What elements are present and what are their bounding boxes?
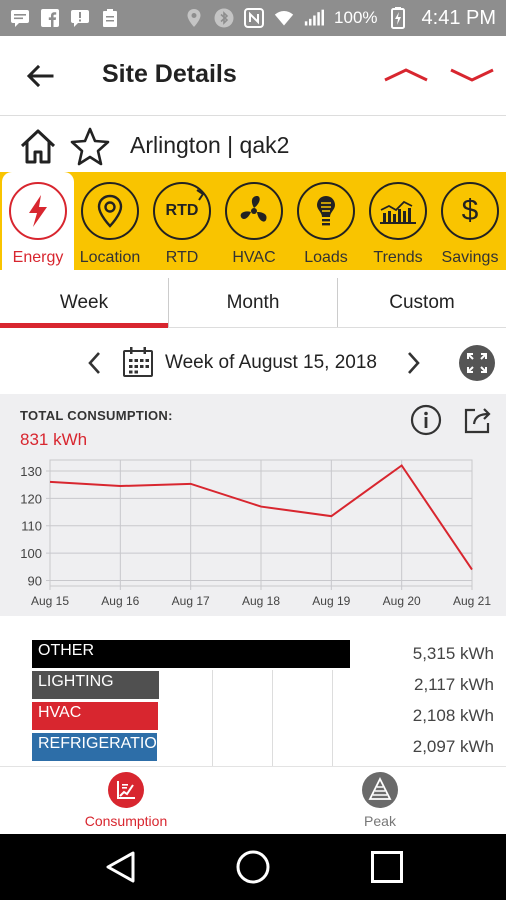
location-status-icon: [184, 8, 204, 28]
alert-icon: [70, 8, 90, 28]
y-tick-label: 90: [28, 574, 42, 589]
tab-label: Savings: [441, 249, 499, 266]
y-tick-label: 120: [20, 491, 42, 506]
next-week-icon[interactable]: [402, 350, 424, 376]
dollar-icon-text: $: [461, 194, 479, 227]
week-label: Week of August 15, 2018: [165, 352, 377, 373]
tab-label: HVAC: [232, 249, 276, 266]
breakdown-bar: LIGHTING: [32, 671, 159, 699]
back-triangle-icon[interactable]: [104, 850, 138, 884]
rtd-icon: RTD: [153, 182, 211, 240]
nav-peak[interactable]: Peak: [300, 771, 460, 829]
tab-location[interactable]: Location: [74, 172, 146, 270]
home-circle-icon[interactable]: [236, 850, 270, 884]
nav-peak-label: Peak: [364, 813, 396, 829]
system-navigation-bar: [0, 834, 506, 900]
y-tick-label: 130: [20, 464, 42, 479]
tab-label: Energy: [12, 249, 64, 266]
dollar-icon: $: [441, 182, 499, 240]
x-tick-label: Aug 15: [31, 594, 69, 608]
breakdown-bar: HVAC: [32, 702, 158, 730]
clipboard-icon: [100, 8, 120, 28]
previous-week-icon[interactable]: [84, 350, 106, 376]
breakdown-bar: REFRIGERATION: [32, 733, 157, 761]
back-arrow-icon[interactable]: [24, 60, 56, 92]
y-tick-label: 110: [21, 519, 42, 534]
bar-grid-line: [272, 670, 273, 766]
calendar-icon[interactable]: [122, 346, 154, 378]
trends-icon: [369, 182, 427, 240]
breakdown-value: 2,117 kWh: [413, 675, 494, 694]
tab-custom[interactable]: Custom: [337, 278, 506, 327]
breakdown-value: 2,097 kWh: [412, 737, 494, 756]
facebook-icon: [40, 8, 60, 28]
lightning-icon: [9, 182, 67, 240]
page-title: Site Details: [102, 60, 237, 88]
peak-icon: [362, 772, 398, 808]
x-tick-label: Aug 16: [101, 594, 139, 608]
chevron-up-icon[interactable]: [382, 64, 430, 88]
load-breakdown: OTHER 5,315 kWh LIGHTING 2,117 kWh HVAC 2,108…: [0, 630, 506, 766]
fan-icon: [225, 182, 283, 240]
chevron-down-icon[interactable]: [448, 64, 496, 88]
x-tick-label: Aug 20: [383, 594, 421, 608]
nfc-icon: [244, 8, 265, 28]
recents-square-icon[interactable]: [370, 850, 404, 884]
message-icon: [10, 8, 30, 28]
app-bar: Site Details: [0, 36, 506, 116]
nav-consumption[interactable]: Consumption: [46, 771, 206, 829]
battery-icon: [388, 7, 408, 29]
x-tick-label: Aug 17: [172, 594, 210, 608]
consumption-line-chart: 90 100 110 120 130 Aug 15 Aug 16 Aug 17 Aug 18 Au…: [20, 459, 491, 608]
tab-loads[interactable]: Loads: [290, 172, 362, 270]
tab-hvac[interactable]: HVAC: [218, 172, 290, 270]
tab-week[interactable]: Week: [0, 278, 168, 328]
status-bar: 100% 4:41 PM: [0, 0, 506, 36]
battery-percent: 100%: [334, 8, 378, 27]
clock-time: 4:41 PM: [421, 6, 496, 29]
tab-month[interactable]: Month: [168, 278, 337, 327]
bar-grid-line: [212, 670, 213, 766]
map-pin-icon: [81, 182, 139, 240]
feature-tab-strip: Energy Location RTD RTD HVAC Loads Trend…: [0, 172, 506, 270]
y-tick-label: 100: [20, 546, 42, 561]
bar-grid-line: [332, 670, 333, 766]
breakdown-value: 5,315 kWh: [412, 644, 494, 663]
x-tick-label: Aug 18: [242, 594, 280, 608]
tab-label: RTD: [165, 249, 199, 266]
x-tick-label: Aug 19: [312, 594, 350, 608]
star-icon[interactable]: [70, 126, 110, 166]
expand-icon[interactable]: [458, 344, 496, 382]
tab-label: Loads: [304, 249, 348, 266]
tab-label: Location: [79, 249, 141, 266]
tab-rtd[interactable]: RTD RTD: [146, 172, 218, 270]
tab-trends[interactable]: Trends: [362, 172, 434, 270]
period-tabs: Week Month Custom: [0, 278, 506, 328]
bluetooth-icon: [214, 8, 234, 28]
bulb-icon: [297, 182, 355, 240]
site-name: Arlington | qak2: [130, 132, 290, 158]
home-icon[interactable]: [18, 126, 58, 166]
nav-consumption-label: Consumption: [84, 813, 168, 829]
tab-savings[interactable]: $ Savings: [434, 172, 506, 270]
wifi-icon: [274, 8, 294, 28]
consumption-icon: [108, 772, 144, 808]
bottom-navigation: Consumption Peak: [0, 766, 506, 834]
tab-energy[interactable]: Energy: [2, 172, 74, 270]
site-header: Arlington | qak2: [0, 118, 506, 174]
tab-label: Trends: [373, 249, 423, 266]
week-navigator: Week of August 15, 2018: [0, 330, 506, 394]
consumption-chart-card: TOTAL CONSUMPTION: 831 kWh 90 100 110 120 13…: [0, 394, 506, 616]
x-tick-label: Aug 21: [453, 594, 491, 608]
breakdown-bar: OTHER: [32, 640, 350, 668]
breakdown-value: 2,108 kWh: [412, 706, 494, 725]
signal-icon: [304, 8, 325, 28]
